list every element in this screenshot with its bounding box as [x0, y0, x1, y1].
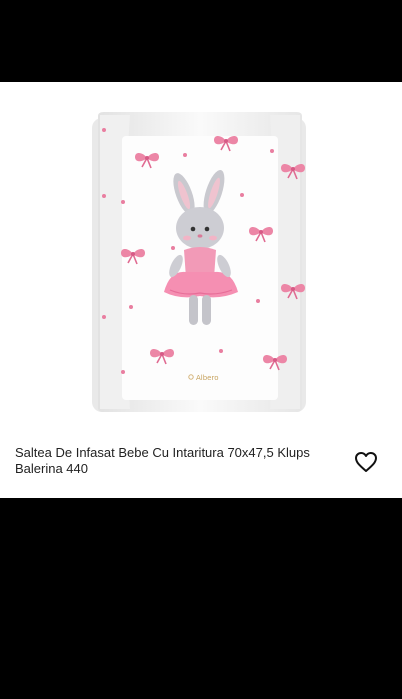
favorite-button[interactable] [354, 451, 378, 473]
product-title[interactable]: Saltea De Infasat Bebe Cu Intaritura 70x… [15, 445, 335, 477]
heart-outline-icon [355, 452, 377, 472]
svg-text:Albero: Albero [196, 374, 219, 382]
product-image[interactable]: Albero [0, 82, 402, 422]
product-card[interactable]: Albero Saltea De Infasat Bebe Cu Intarit… [0, 82, 402, 498]
